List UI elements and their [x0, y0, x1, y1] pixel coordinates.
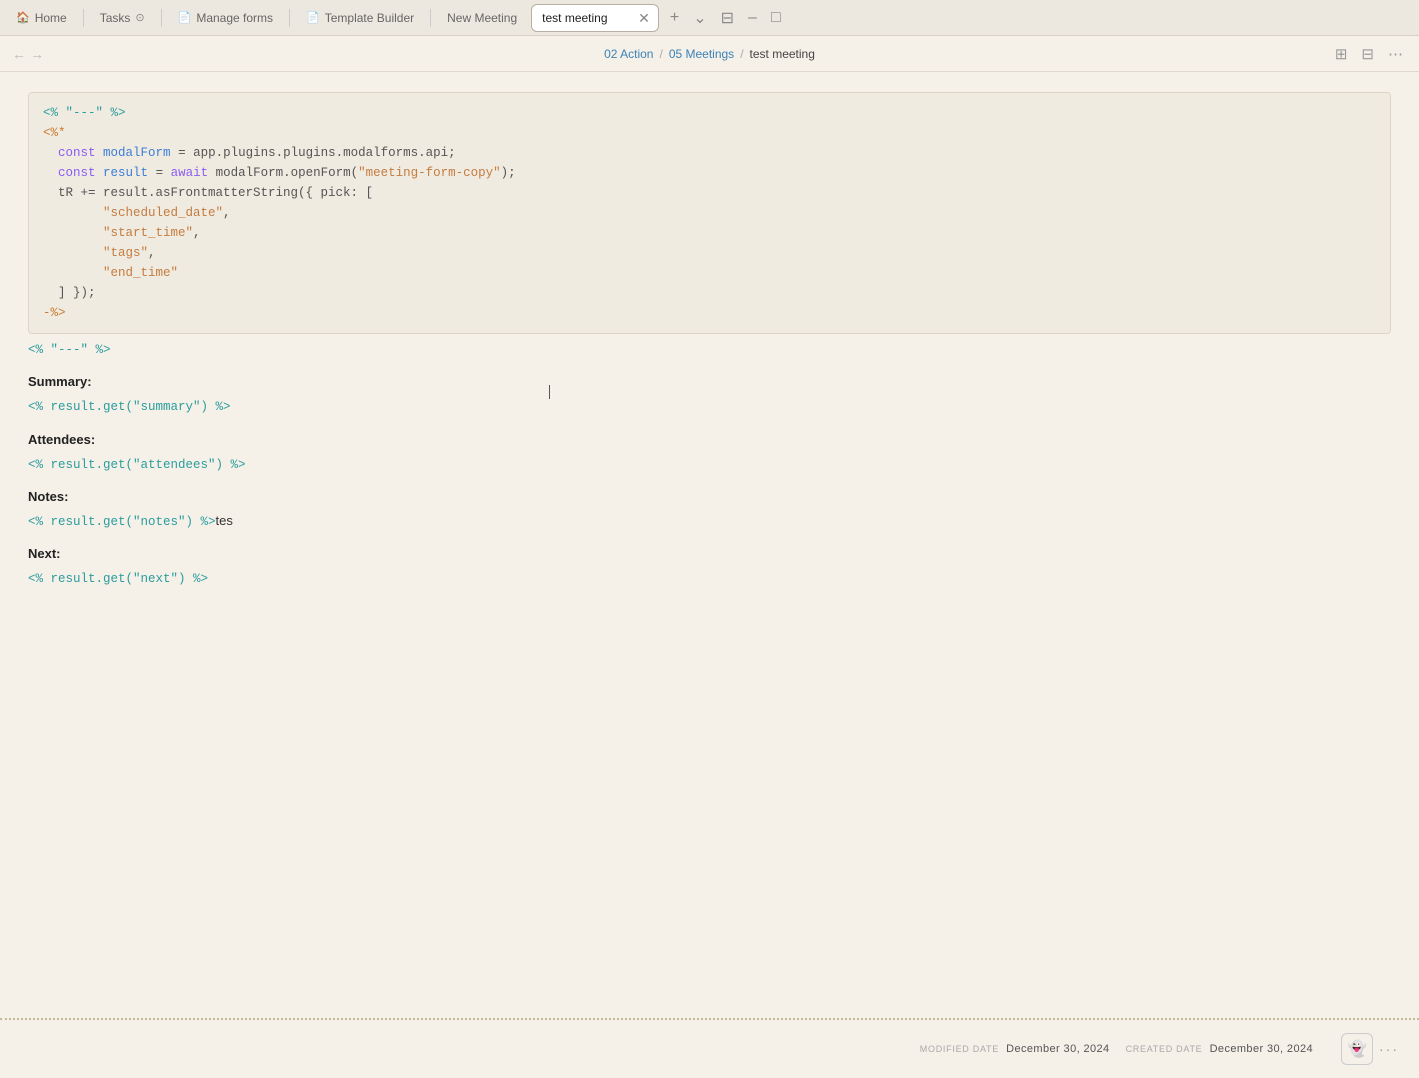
code-line-6: "scheduled_date", — [43, 203, 1376, 223]
next-label: Next: — [28, 543, 1391, 565]
breadcrumb-action[interactable]: 02 Action — [604, 47, 653, 61]
section-attendees: Attendees: <% result.get("attendees") %> — [28, 429, 1391, 476]
code-line-2: <%* — [43, 123, 1376, 143]
breadcrumb: 02 Action / 05 Meetings / test meeting — [604, 47, 815, 61]
ghost-button[interactable]: 👻 — [1341, 1033, 1373, 1065]
meta-info: MODIFIED DATE December 30, 2024 CREATED … — [920, 1043, 1313, 1055]
home-icon: 🏠 — [16, 11, 30, 24]
tab-tasks[interactable]: Tasks ⊙ — [88, 4, 157, 32]
breadcrumb-right: ⊞ ⊟ ⋯ — [1331, 43, 1407, 65]
tab-dropdown-button[interactable]: ⌄ — [688, 5, 711, 31]
code-line-3: const modalForm = app.plugins.plugins.mo… — [43, 143, 1376, 163]
section-next: Next: <% result.get("next") %> — [28, 543, 1391, 590]
notes-label: Notes: — [28, 486, 1391, 508]
tab-divider-3 — [289, 9, 290, 27]
nav-buttons: ← → — [12, 46, 44, 62]
notes-inline-text: tes — [216, 513, 233, 528]
code-line-12: <% "---" %> — [28, 338, 1391, 361]
tab-divider-4 — [430, 9, 431, 27]
code-line-7: "start_time", — [43, 223, 1376, 243]
template-builder-icon: 📄 — [306, 11, 320, 24]
tab-divider-1 — [83, 9, 84, 27]
breadcrumb-bar: ← → 02 Action / 05 Meetings / test meeti… — [0, 36, 1419, 72]
forward-button[interactable]: → — [30, 46, 44, 62]
breadcrumb-left: ← → — [12, 46, 44, 62]
code-block: <% "---" %> <%* const modalForm = app.pl… — [28, 92, 1391, 334]
tab-manage-forms[interactable]: 📄 Manage forms — [166, 4, 285, 32]
bottom-icons: 👻 ··· — [1341, 1033, 1403, 1065]
created-date-section: CREATED DATE December 30, 2024 — [1126, 1043, 1313, 1055]
tab-title-input[interactable]: test meeting — [542, 11, 632, 25]
code-line-4: const result = await modalForm.openForm(… — [43, 163, 1376, 183]
minimize-button[interactable]: – — [743, 6, 762, 30]
tab-template-builder[interactable]: 📄 Template Builder — [294, 4, 426, 32]
breadcrumb-meetings[interactable]: 05 Meetings — [669, 47, 734, 61]
attendees-tag: <% result.get("attendees") %> — [28, 453, 1391, 476]
next-tag: <% result.get("next") %> — [28, 567, 1391, 590]
layout-toggle-button[interactable]: ⊟ — [716, 5, 739, 31]
manage-forms-icon: 📄 — [178, 11, 192, 24]
code-line-11: -%> — [43, 303, 1376, 323]
tab-test-meeting[interactable]: test meeting ✕ — [531, 4, 659, 32]
ghost-icon: 👻 — [1347, 1039, 1367, 1059]
code-line-5: tR += result.asFrontmatterString({ pick:… — [43, 183, 1376, 203]
tab-close-button[interactable]: ✕ — [636, 11, 652, 25]
section-summary: Summary: <% result.get("summary") %> — [28, 371, 1391, 418]
code-line-8: "tags", — [43, 243, 1376, 263]
code-line-10: ] }); — [43, 283, 1376, 303]
notes-tag: <% result.get("notes") %>tes — [28, 510, 1391, 533]
summary-label: Summary: — [28, 371, 1391, 393]
view-more-button[interactable]: ⋯ — [1384, 43, 1407, 65]
tab-bar: 🏠 Home Tasks ⊙ 📄 Manage forms 📄 Template… — [0, 0, 1419, 36]
view-split-button[interactable]: ⊞ — [1331, 43, 1352, 65]
add-tab-button[interactable]: + — [665, 6, 684, 30]
code-line-9: "end_time" — [43, 263, 1376, 283]
code-line-1: <% "---" %> — [43, 103, 1376, 123]
back-button[interactable]: ← — [12, 46, 26, 62]
attendees-label: Attendees: — [28, 429, 1391, 451]
bottom-bar: MODIFIED DATE December 30, 2024 CREATED … — [0, 1018, 1419, 1078]
summary-tag: <% result.get("summary") %> — [28, 395, 1391, 418]
breadcrumb-current: test meeting — [750, 47, 815, 61]
tasks-icon: ⊙ — [135, 11, 144, 24]
modified-date-section: MODIFIED DATE December 30, 2024 — [920, 1043, 1110, 1055]
section-notes: Notes: <% result.get("notes") %>tes — [28, 486, 1391, 533]
view-layout-button[interactable]: ⊟ — [1357, 43, 1378, 65]
tab-divider-2 — [161, 9, 162, 27]
maximize-button[interactable]: □ — [766, 6, 786, 30]
bottom-more-button[interactable]: ··· — [1379, 1041, 1399, 1057]
tab-new-meeting[interactable]: New Meeting — [435, 4, 529, 32]
tab-home[interactable]: 🏠 Home — [4, 4, 79, 32]
editor-area[interactable]: <% "---" %> <%* const modalForm = app.pl… — [0, 72, 1419, 1018]
tab-bar-right: + ⌄ ⊟ – □ — [665, 5, 786, 31]
